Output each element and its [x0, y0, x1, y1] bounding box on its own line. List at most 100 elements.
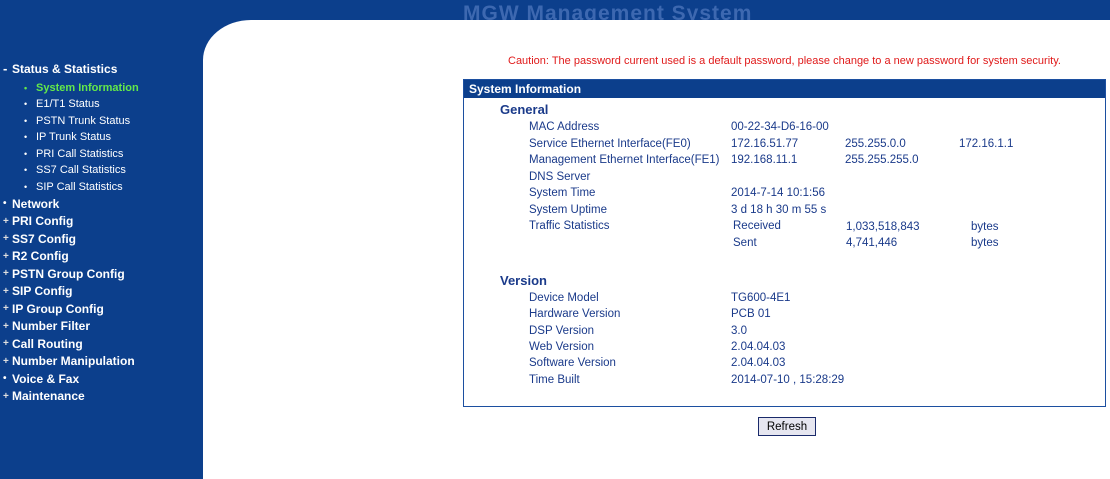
general-section-title: General [500, 102, 549, 117]
sidebar-item-label[interactable]: Number Manipulation [12, 354, 135, 368]
fe0-gateway-value: 172.16.1.1 [959, 138, 1014, 150]
sidebar-item-label[interactable]: SS7 Config [12, 232, 76, 246]
version-section-title: Version [500, 273, 547, 288]
sidebar: - Status & Statistics • System Informati… [0, 20, 203, 479]
dsp-version-label: DSP Version [529, 325, 594, 337]
sidebar-item-label[interactable]: PRI Config [12, 214, 73, 228]
system-uptime-value: 3 d 18 h 30 m 55 s [731, 204, 827, 216]
software-version-value: 2.04.04.03 [731, 357, 786, 369]
sidebar-subitem-label[interactable]: E1/T1 Status [36, 98, 100, 110]
sidebar-item-voice-fax[interactable]: • Voice & Fax [0, 370, 203, 388]
sidebar-subitem-label[interactable]: SS7 Call Statistics [36, 164, 126, 176]
sidebar-item-network[interactable]: • Network [0, 195, 203, 213]
sidebar-item-r2-config[interactable]: + R2 Config [0, 248, 203, 266]
sidebar-item-pstn-group-config[interactable]: + PSTN Group Config [0, 265, 203, 283]
sidebar-subitem-ss7-call-statistics[interactable]: • SS7 Call Statistics [0, 162, 203, 179]
expand-icon[interactable]: + [0, 356, 12, 367]
system-time-value: 2014-7-14 10:1:56 [731, 187, 825, 199]
sidebar-item-label[interactable]: Status & Statistics [12, 62, 117, 76]
dns-server-label: DNS Server [529, 171, 591, 183]
hardware-version-label: Hardware Version [529, 308, 621, 320]
expand-icon[interactable]: + [0, 321, 12, 332]
expand-icon[interactable]: + [0, 251, 12, 262]
sidebar-item-label[interactable]: IP Group Config [12, 302, 104, 316]
device-model-value: TG600-4E1 [731, 292, 791, 304]
sidebar-item-pri-config[interactable]: + PRI Config [0, 213, 203, 231]
sidebar-subitem-label[interactable]: System Information [36, 82, 139, 94]
fe0-mask-value: 255.255.0.0 [845, 138, 906, 150]
expand-icon[interactable]: + [0, 233, 12, 244]
fe0-ip-value: 172.16.51.77 [731, 138, 799, 150]
mac-address-value: 00-22-34-D6-16-00 [731, 121, 829, 133]
mac-address-label: MAC Address [529, 121, 600, 133]
sidebar-item-sip-config[interactable]: + SIP Config [0, 283, 203, 301]
web-version-label: Web Version [529, 341, 594, 353]
sidebar-item-ss7-config[interactable]: + SS7 Config [0, 230, 203, 248]
system-uptime-label: System Uptime [529, 204, 607, 216]
dsp-version-value: 3.0 [731, 325, 747, 337]
sidebar-subitem-sip-call-statistics[interactable]: • SIP Call Statistics [0, 179, 203, 196]
top-banner: MGW Management System [0, 0, 1110, 20]
sidebar-item-label[interactable]: Network [12, 197, 59, 211]
fe0-label: Service Ethernet Interface(FE0) [529, 138, 691, 150]
bullet-icon: • [24, 165, 28, 176]
sidebar-subitem-label[interactable]: PSTN Trunk Status [36, 115, 130, 127]
time-built-label: Time Built [529, 374, 580, 386]
sidebar-subitem-pri-call-statistics[interactable]: • PRI Call Statistics [0, 146, 203, 163]
sent-label: Sent [733, 237, 757, 249]
bullet-icon: • [24, 115, 28, 126]
sidebar-item-maintenance[interactable]: + Maintenance [0, 388, 203, 406]
bullet-icon: • [24, 181, 28, 192]
bullet-icon: • [24, 82, 28, 93]
sidebar-subitem-label[interactable]: PRI Call Statistics [36, 148, 123, 160]
sidebar-item-label[interactable]: Voice & Fax [12, 372, 79, 386]
bullet-icon: • [24, 99, 28, 110]
expand-icon[interactable]: + [0, 303, 12, 314]
sidebar-item-label[interactable]: SIP Config [12, 284, 72, 298]
collapse-icon[interactable]: - [0, 61, 12, 76]
sidebar-subitem-label[interactable]: IP Trunk Status [36, 131, 111, 143]
expand-icon[interactable]: + [0, 216, 12, 227]
fe1-mask-value: 255.255.255.0 [845, 154, 919, 166]
sidebar-item-call-routing[interactable]: + Call Routing [0, 335, 203, 353]
sidebar-subitem-e1t1-status[interactable]: • E1/T1 Status [0, 96, 203, 113]
sidebar-item-label[interactable]: PSTN Group Config [12, 267, 125, 281]
sidebar-item-ip-group-config[interactable]: + IP Group Config [0, 300, 203, 318]
system-time-label: System Time [529, 187, 596, 199]
sidebar-item-status-statistics[interactable]: - Status & Statistics [0, 60, 203, 78]
sent-unit: bytes [971, 237, 999, 249]
panel-title: System Information [464, 80, 1105, 98]
sidebar-item-label[interactable]: Maintenance [12, 389, 85, 403]
expand-icon[interactable]: + [0, 391, 12, 402]
sidebar-item-label[interactable]: R2 Config [12, 249, 69, 263]
system-information-panel: System Information General MAC Address 0… [463, 79, 1106, 407]
sidebar-item-label[interactable]: Call Routing [12, 337, 83, 351]
expand-icon[interactable]: + [0, 338, 12, 349]
expand-icon[interactable]: + [0, 286, 12, 297]
sidebar-item-number-filter[interactable]: + Number Filter [0, 318, 203, 336]
received-value: 1,033,518,843 [846, 221, 920, 233]
sidebar-subitem-system-information[interactable]: • System Information [0, 80, 203, 97]
fe1-label: Management Ethernet Interface(FE1) [529, 154, 720, 166]
sidebar-menu: - Status & Statistics • System Informati… [0, 60, 203, 405]
received-label: Received [733, 220, 781, 232]
sidebar-item-label[interactable]: Number Filter [12, 319, 90, 333]
sidebar-item-number-manipulation[interactable]: + Number Manipulation [0, 353, 203, 371]
sidebar-subitem-label[interactable]: SIP Call Statistics [36, 181, 123, 193]
device-model-label: Device Model [529, 292, 599, 304]
traffic-statistics-label: Traffic Statistics [529, 220, 610, 232]
bullet-icon: • [3, 198, 7, 210]
fe1-ip-value: 192.168.11.1 [731, 154, 798, 166]
password-caution: Caution: The password current used is a … [508, 55, 1061, 67]
refresh-button[interactable]: Refresh [758, 417, 816, 436]
bullet-icon: • [3, 373, 7, 385]
banner-title: MGW Management System [463, 2, 753, 20]
expand-icon[interactable]: + [0, 268, 12, 279]
software-version-label: Software Version [529, 357, 616, 369]
sent-value: 4,741,446 [846, 237, 898, 249]
sidebar-subitem-ip-trunk-status[interactable]: • IP Trunk Status [0, 129, 203, 146]
received-unit: bytes [971, 221, 999, 233]
sidebar-subitem-pstn-trunk-status[interactable]: • PSTN Trunk Status [0, 113, 203, 130]
time-built-value: 2014-07-10 , 15:28:29 [731, 374, 845, 386]
bullet-icon: • [24, 132, 28, 143]
